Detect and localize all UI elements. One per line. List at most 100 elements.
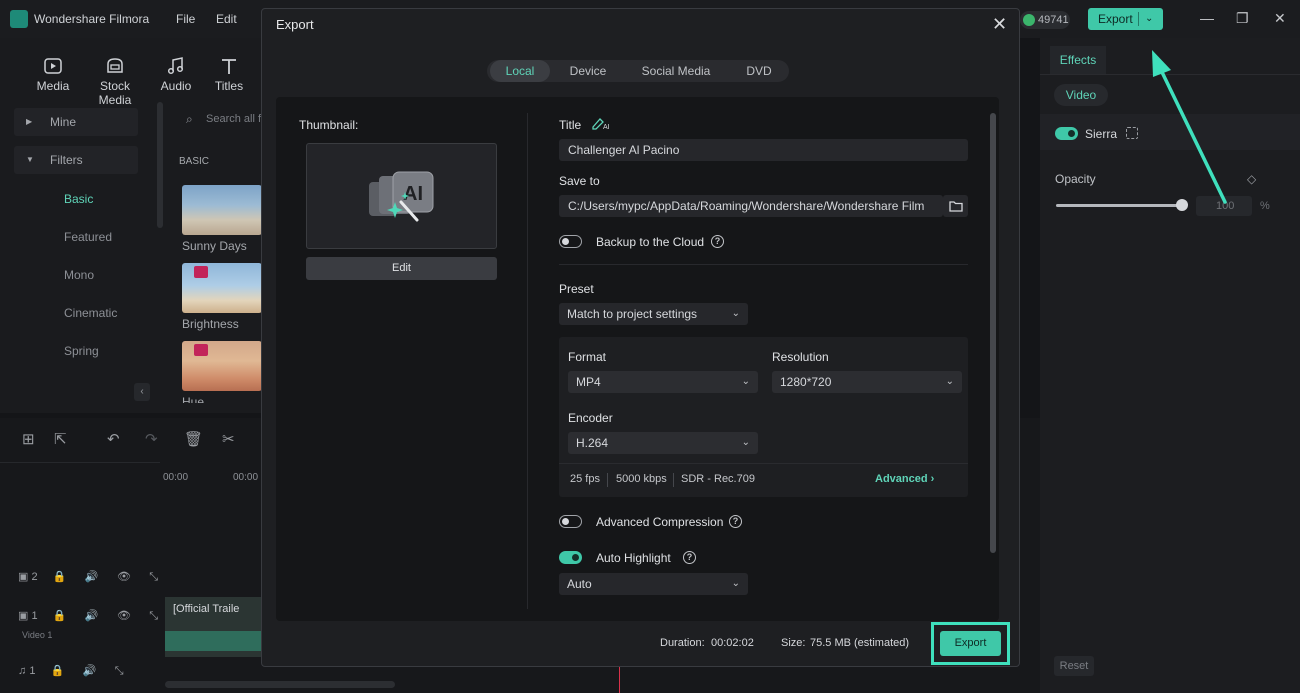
section-basic-label: BASIC — [179, 156, 210, 167]
sidebar-scrollbar[interactable] — [157, 102, 163, 228]
music-note-icon — [167, 57, 184, 75]
tab-local[interactable]: Local — [490, 60, 550, 82]
sidebar-item-filters[interactable]: ▼ Filters — [14, 146, 138, 174]
sidebar-sub-spring[interactable]: Spring — [64, 344, 99, 358]
opacity-label: Opacity — [1055, 172, 1096, 186]
audio-waveform — [165, 631, 265, 651]
ai-thumbnail-icon: AI — [369, 171, 434, 222]
chevron-down-icon[interactable]: ⌄ — [1145, 8, 1153, 30]
effect-settings-icon[interactable] — [1126, 127, 1138, 139]
undo-icon[interactable]: ↶ — [107, 430, 120, 448]
layout-grid-icon[interactable]: ⊞ — [22, 430, 35, 448]
chevron-down-icon: ⌄ — [731, 308, 740, 319]
encoder-label: Encoder — [568, 411, 613, 425]
ai-title-icon[interactable]: AI — [591, 116, 611, 130]
color-space-value: SDR - Rec.709 — [681, 473, 755, 485]
delete-icon[interactable]: 🗑 — [184, 430, 203, 448]
tab-social-media[interactable]: Social Media — [636, 60, 716, 82]
filter-thumb-brightness[interactable] — [182, 263, 262, 313]
menu-file[interactable]: File — [176, 12, 195, 26]
top-export-button[interactable]: Export ⌄ — [1088, 8, 1163, 30]
opacity-unit: % — [1260, 200, 1270, 212]
sidebar-sub-basic[interactable]: Basic — [64, 192, 93, 206]
auto-highlight-value: Auto — [567, 577, 592, 591]
auto-highlight-select[interactable]: Auto ⌄ — [559, 573, 748, 595]
reset-button[interactable]: Reset — [1054, 656, 1094, 676]
tab-dvd[interactable]: DVD — [734, 60, 784, 82]
premium-gem-icon — [194, 344, 208, 356]
tab-audio[interactable]: Audio — [146, 57, 206, 93]
audio-track-icon: ♫ — [18, 665, 27, 677]
preset-value: Match to project settings — [567, 307, 698, 321]
help-icon[interactable]: ? — [711, 235, 724, 248]
advanced-compression-label: Advanced Compression — [596, 515, 724, 529]
advanced-compression-toggle[interactable] — [559, 515, 582, 528]
advanced-link[interactable]: Advanced › — [875, 473, 934, 485]
divider — [559, 463, 968, 464]
select-tool-icon[interactable]: ⇱ — [54, 430, 67, 448]
search-icon: ⌕ — [186, 112, 193, 126]
sidebar-sub-cinematic[interactable]: Cinematic — [64, 306, 117, 320]
tab-device[interactable]: Device — [558, 60, 618, 82]
collapse-sidebar-icon[interactable]: ‹ — [134, 383, 150, 401]
auto-highlight-label: Auto Highlight — [596, 551, 671, 565]
tab-media-label: Media — [36, 79, 70, 93]
preset-select[interactable]: Match to project settings ⌄ — [559, 303, 748, 325]
tab-media[interactable]: Media — [23, 57, 83, 93]
top-export-label: Export — [1098, 12, 1133, 26]
format-select[interactable]: MP4 ⌄ — [568, 371, 758, 393]
filter-thumb-sunny-days[interactable] — [182, 185, 262, 235]
encoder-select[interactable]: H.264 ⌄ — [568, 432, 758, 454]
thumbnail-preview[interactable]: AI — [306, 143, 497, 249]
dialog-title: Export — [276, 17, 314, 32]
tab-effects[interactable]: Effects — [1050, 46, 1106, 74]
video-clip[interactable]: [Official Traile — [165, 597, 265, 657]
save-to-label: Save to — [559, 174, 600, 188]
save-to-path-input[interactable]: C:/Users/mypc/AppData/Roaming/Wondershar… — [559, 195, 943, 217]
media-icon — [44, 58, 62, 74]
tab-titles[interactable]: Titles — [199, 57, 259, 93]
help-icon[interactable]: ? — [683, 551, 696, 564]
size-label: Size: — [781, 637, 806, 649]
menu-edit[interactable]: Edit — [216, 12, 237, 26]
timecode-next: 00:00 — [233, 472, 259, 483]
sidebar-sub-mono[interactable]: Mono — [64, 268, 94, 282]
sierra-toggle[interactable] — [1055, 127, 1078, 140]
chevron-down-icon: ▼ — [26, 155, 34, 164]
divider — [559, 264, 968, 265]
sidebar-sub-featured[interactable]: Featured — [64, 230, 112, 244]
duration-value: 00:02:02 — [711, 637, 754, 649]
content-scrollbar[interactable] — [990, 113, 996, 553]
tab-stock-media-label: Stock Media — [98, 79, 132, 107]
help-icon[interactable]: ? — [729, 515, 742, 528]
title-label: Title — [559, 118, 582, 132]
title-input[interactable]: Challenger Al Pacino — [559, 139, 968, 161]
video-pill[interactable]: Video — [1054, 84, 1108, 106]
window-close-icon[interactable]: ✕ — [1274, 10, 1286, 27]
edit-thumbnail-button[interactable]: Edit — [306, 257, 497, 280]
backup-cloud-toggle[interactable] — [559, 235, 582, 248]
format-value: MP4 — [576, 375, 601, 389]
keyframe-diamond-icon[interactable]: ◇ — [1247, 172, 1256, 186]
redo-icon[interactable]: ↷ — [145, 430, 158, 448]
timeline-scrollbar[interactable] — [165, 681, 395, 688]
chevron-down-icon: ⌄ — [741, 437, 750, 448]
sidebar-item-mine[interactable]: ▶ Mine — [14, 108, 138, 136]
export-button[interactable]: Export — [940, 631, 1001, 656]
resolution-select[interactable]: 1280*720 ⌄ — [772, 371, 962, 393]
advanced-label: Advanced — [875, 473, 928, 485]
close-icon[interactable]: ✕ — [992, 14, 1007, 35]
playhead[interactable] — [619, 665, 620, 693]
folder-button[interactable] — [943, 195, 968, 217]
search-input[interactable]: Search all f — [206, 113, 261, 125]
credits-badge[interactable]: 49741 — [1020, 11, 1070, 29]
scissors-icon[interactable]: ✂ — [222, 430, 235, 448]
filter-thumb-hue[interactable] — [182, 341, 262, 391]
thumbnail-label: Thumbnail: — [299, 118, 359, 132]
minimize-icon[interactable]: — — [1200, 10, 1214, 26]
restore-icon[interactable]: ❐ — [1236, 10, 1249, 27]
svg-text:AI: AI — [403, 183, 423, 205]
text-icon — [222, 59, 236, 74]
auto-highlight-toggle[interactable] — [559, 551, 582, 564]
tab-stock-media[interactable]: Stock Media — [84, 57, 146, 107]
